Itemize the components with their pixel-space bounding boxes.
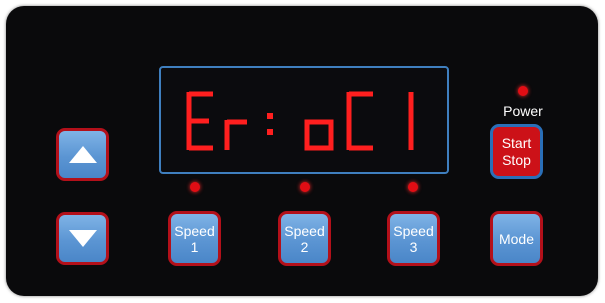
up-button[interactable] [56, 128, 109, 181]
segment-char-o [304, 119, 334, 151]
speed2-led [300, 182, 310, 192]
mode-button[interactable]: Mode [490, 211, 543, 266]
mode-label: Mode [498, 230, 535, 247]
power-label: Power [503, 103, 543, 119]
seven-segment-display: Er: oC1 [159, 66, 449, 174]
start-stop-label-line2: Stop [502, 151, 531, 168]
display-readout [186, 91, 414, 151]
speed3-led [408, 182, 418, 192]
speed-3-button[interactable]: Speed 3 [387, 211, 440, 266]
speed-2-button[interactable]: Speed 2 [278, 211, 331, 266]
control-panel: Er: oC1 Power Start Stop Speed 1 Speed 2… [6, 6, 598, 296]
speed-3-label: Speed [393, 222, 434, 239]
speed-1-button[interactable]: Speed 1 [168, 211, 221, 266]
start-stop-button[interactable]: Start Stop [490, 124, 543, 179]
arrow-down-icon [68, 230, 97, 247]
segment-char-r [224, 119, 247, 150]
speed-3-number: 3 [409, 238, 418, 255]
speed-1-label: Speed [174, 222, 215, 239]
segment-char-C [346, 91, 373, 151]
power-led [518, 86, 528, 96]
speed1-led [190, 182, 200, 192]
arrow-up-icon [68, 146, 97, 163]
segment-char-colon [267, 113, 273, 135]
speed-2-number: 2 [300, 238, 309, 255]
speed-2-label: Speed [284, 222, 325, 239]
segment-char-E [186, 91, 213, 151]
speed-1-number: 1 [190, 238, 199, 255]
start-stop-label-line1: Start [501, 134, 532, 151]
down-button[interactable] [56, 212, 109, 265]
